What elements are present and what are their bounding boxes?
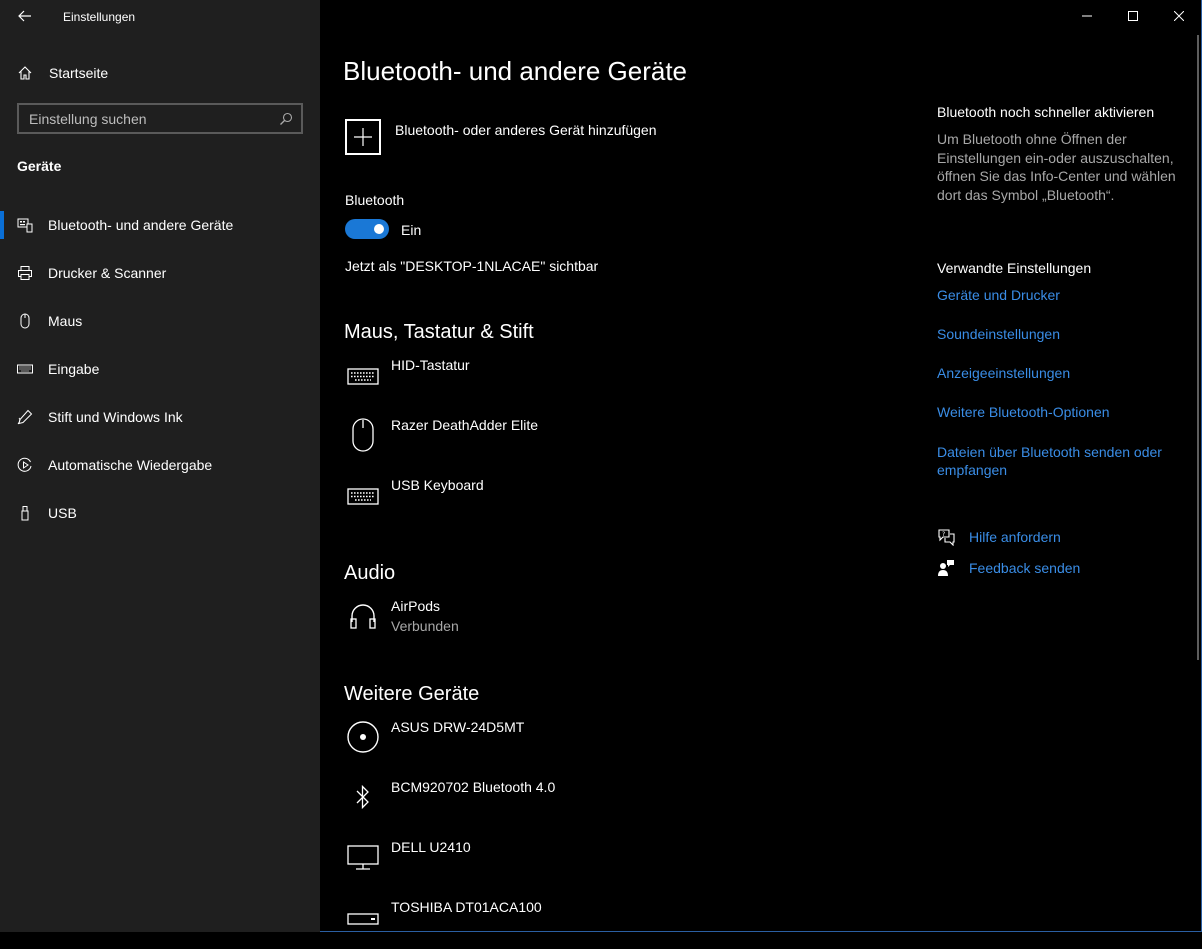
mouse-icon: [352, 418, 374, 452]
sidebar-item-usb[interactable]: USB: [0, 494, 320, 532]
device-name: Razer DeathAdder Elite: [391, 417, 539, 433]
sidebar-item-printer[interactable]: Drucker & Scanner: [0, 254, 320, 292]
bluetooth-toggle[interactable]: [345, 219, 389, 239]
keyboard-icon: [347, 368, 379, 385]
sidebar-item-pen[interactable]: Stift und Windows Ink: [0, 398, 320, 436]
back-arrow-icon: [18, 10, 31, 22]
device-item[interactable]: TOSHIBA DT01ACA100: [345, 899, 905, 949]
quick-tip-text: Um Bluetooth ohne Öffnen der Einstellung…: [937, 131, 1176, 203]
printer-icon: [18, 266, 32, 280]
active-indicator: [0, 211, 4, 239]
page-title: Bluetooth- und andere Geräte: [343, 56, 688, 86]
toggle-state-label: Ein: [401, 222, 422, 238]
sidebar-item-bluetooth[interactable]: Bluetooth- und andere Geräte: [0, 206, 320, 244]
feedback-link[interactable]: Feedback senden: [937, 559, 1177, 581]
help-label: Hilfe anfordern: [969, 529, 1061, 545]
title-bar: Einstellungen: [0, 0, 320, 32]
scrollbar[interactable]: [1197, 35, 1199, 660]
sidebar-item-label: Bluetooth- und andere Geräte: [48, 217, 234, 233]
bluetooth-devices-icon: [17, 218, 33, 233]
sidebar-item-mouse[interactable]: Maus: [0, 302, 320, 340]
sidebar: Einstellungen Startseite Einstellung suc…: [0, 0, 320, 932]
device-name: AirPods: [391, 598, 441, 614]
device-status: Verbunden: [391, 618, 459, 634]
keyboard-icon: [17, 364, 33, 374]
app-title: Einstellungen: [63, 10, 136, 24]
sidebar-item-label: Maus: [48, 313, 83, 329]
search-placeholder: Einstellung suchen: [29, 111, 147, 127]
device-item[interactable]: AirPods Verbunden: [345, 598, 905, 648]
optical-drive-icon: [347, 721, 379, 753]
sidebar-item-label: Eingabe: [48, 361, 100, 377]
link-more-bluetooth-options[interactable]: Weitere Bluetooth-Optionen: [937, 403, 1177, 421]
feedback-label: Feedback senden: [969, 560, 1081, 576]
mouse-icon: [20, 313, 30, 329]
bluetooth-label: Bluetooth: [345, 192, 405, 208]
link-sound-settings[interactable]: Soundeinstellungen: [937, 325, 1177, 343]
device-item[interactable]: HID-Tastatur: [345, 357, 905, 407]
device-name: BCM920702 Bluetooth 4.0: [391, 779, 556, 795]
autoplay-icon: [17, 457, 32, 472]
link-devices-printers[interactable]: Geräte und Drucker: [937, 286, 1177, 304]
home-icon: [18, 66, 32, 80]
sidebar-item-input[interactable]: Eingabe: [0, 350, 320, 388]
home-label: Startseite: [49, 65, 109, 81]
svg-text:?: ?: [942, 531, 945, 538]
sidebar-item-label: USB: [48, 505, 77, 521]
pen-icon: [17, 409, 33, 425]
headphones-icon: [350, 604, 376, 629]
keyboard-icon: [347, 488, 379, 505]
sidebar-item-autoplay[interactable]: Automatische Wiedergabe: [0, 446, 320, 484]
feedback-icon: [938, 560, 954, 576]
search-input[interactable]: Einstellung suchen: [17, 103, 303, 134]
link-display-settings[interactable]: Anzeigeeinstellungen: [937, 364, 1177, 382]
link-send-files-bluetooth[interactable]: Dateien über Bluetooth senden oder empfa…: [937, 443, 1172, 479]
back-button[interactable]: [14, 6, 36, 26]
related-settings-heading: Verwandte Einstellungen: [937, 260, 1092, 276]
device-name: HID-Tastatur: [391, 357, 470, 373]
add-device-label: Bluetooth- oder anderes Gerät hinzufügen: [395, 122, 657, 138]
device-name: ASUS DRW-24D5MT: [391, 719, 525, 735]
sidebar-item-label: Automatische Wiedergabe: [48, 457, 213, 473]
device-item[interactable]: USB Keyboard: [345, 477, 905, 527]
toggle-knob: [374, 224, 384, 234]
quick-tip-heading: Bluetooth noch schneller aktivieren: [937, 104, 1155, 120]
group-heading-other-devices: Weitere Geräte: [344, 683, 480, 705]
add-box: [345, 119, 381, 155]
device-item[interactable]: ASUS DRW-24D5MT: [345, 719, 905, 769]
sidebar-item-label: Drucker & Scanner: [48, 265, 167, 281]
usb-icon: [21, 506, 29, 521]
device-name: USB Keyboard: [391, 477, 484, 493]
sidebar-item-label: Stift und Windows Ink: [48, 409, 183, 425]
device-item[interactable]: Razer DeathAdder Elite: [345, 417, 905, 467]
search-icon[interactable]: [279, 112, 293, 126]
bluetooth-icon: [356, 784, 369, 810]
monitor-icon: [347, 845, 379, 870]
add-device-button[interactable]: Bluetooth- oder anderes Gerät hinzufügen: [345, 119, 865, 161]
help-chat-icon: ?: [938, 529, 955, 546]
group-heading-audio: Audio: [344, 562, 396, 584]
hard-drive-icon: [347, 913, 379, 925]
plus-icon: [354, 128, 372, 146]
help-link[interactable]: ? Hilfe anfordern: [937, 528, 1177, 550]
device-name: TOSHIBA DT01ACA100: [391, 899, 542, 915]
visibility-status: Jetzt als "DESKTOP-1NLACAE" sichtbar: [345, 258, 599, 274]
group-heading-input-devices: Maus, Tastatur & Stift: [344, 321, 534, 343]
device-item[interactable]: BCM920702 Bluetooth 4.0: [345, 779, 905, 829]
device-name: DELL U2410: [391, 839, 471, 855]
device-item[interactable]: DELL U2410: [345, 839, 905, 889]
section-label: Geräte: [17, 158, 62, 174]
home-link[interactable]: Startseite: [0, 58, 320, 88]
